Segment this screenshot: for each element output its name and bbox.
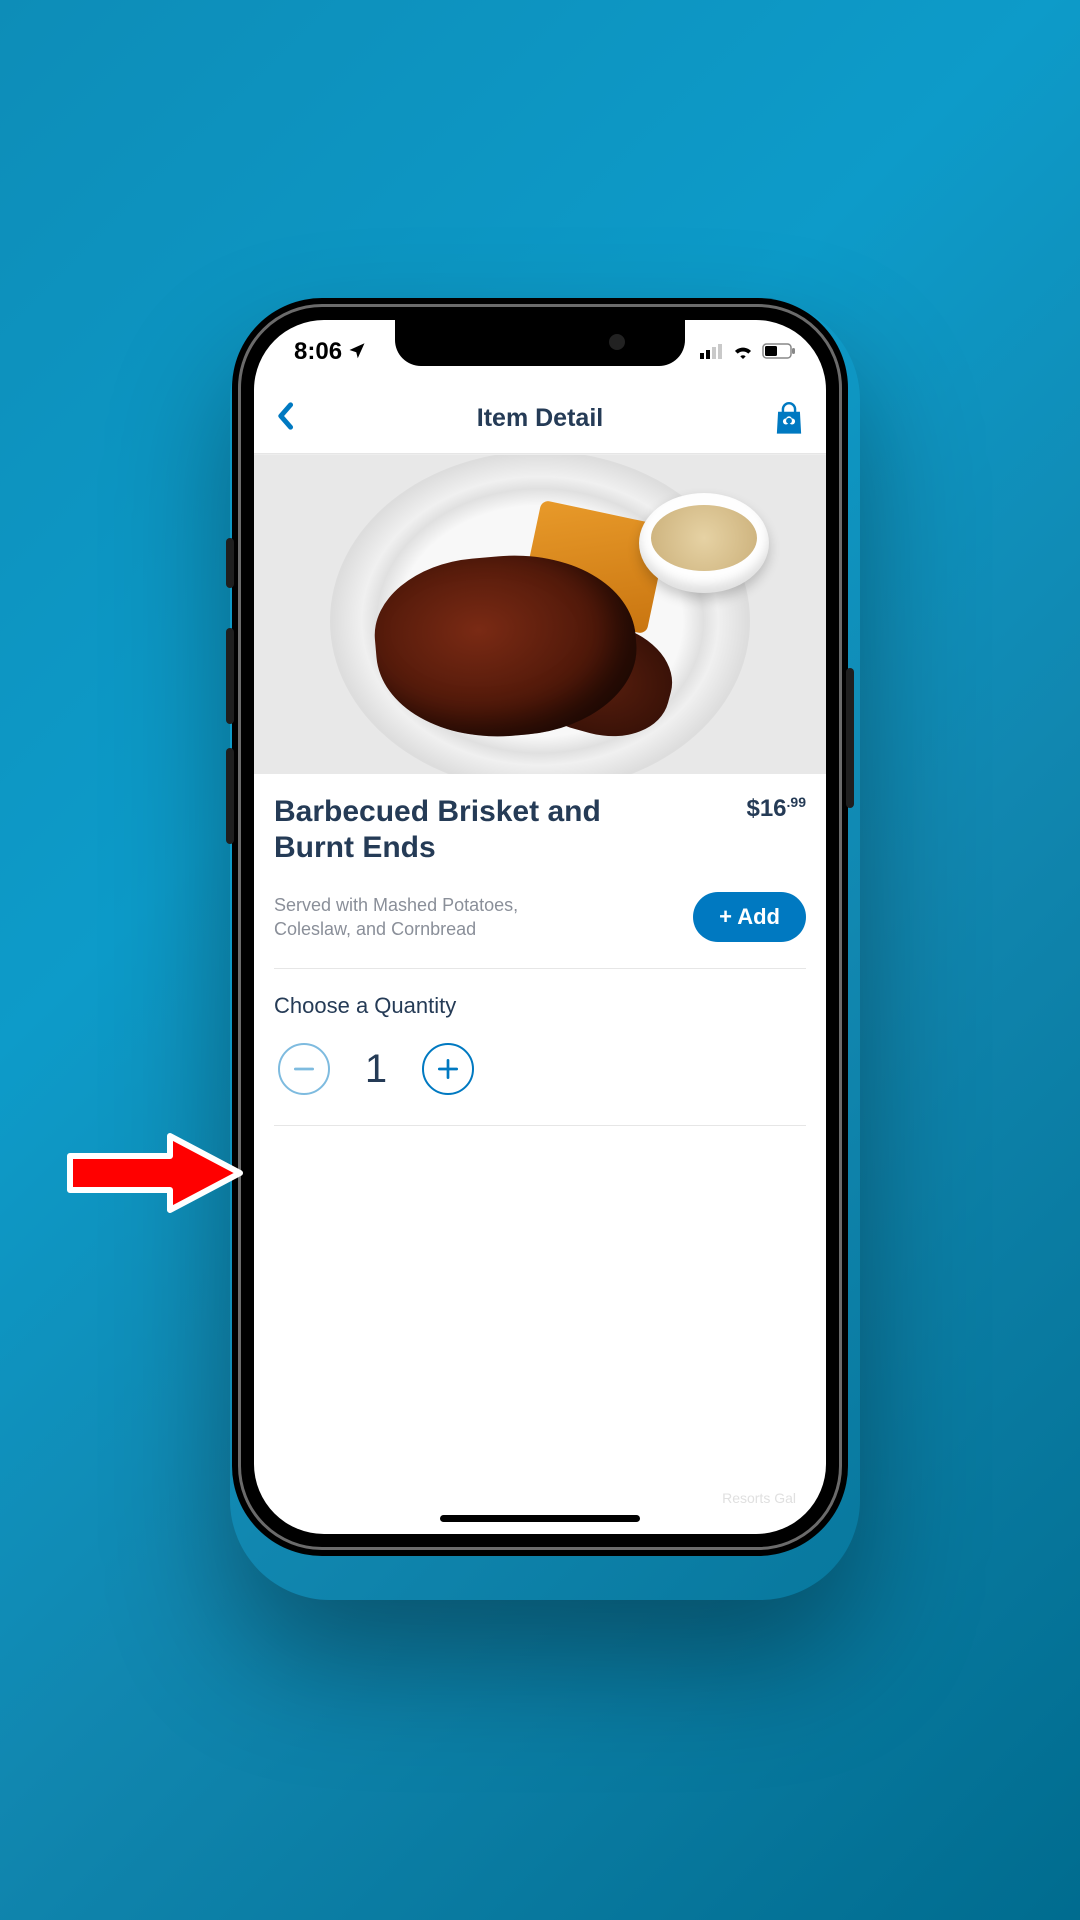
home-indicator[interactable]: [440, 1515, 640, 1522]
add-button[interactable]: + Add: [693, 892, 806, 942]
phone-frame: 8:06: [232, 298, 848, 1556]
quantity-value: 1: [364, 1047, 388, 1092]
quantity-decrease-button[interactable]: [278, 1043, 330, 1095]
price-cents: .99: [787, 794, 806, 810]
quantity-stepper: 1: [274, 1043, 806, 1095]
phone-power-button: [846, 668, 854, 808]
quantity-label: Choose a Quantity: [274, 993, 806, 1019]
wifi-icon: [732, 338, 754, 366]
phone-mute-switch: [226, 538, 234, 588]
status-time: 8:06: [294, 338, 342, 366]
cellular-signal-icon: [700, 338, 724, 366]
price-dollars: $16: [746, 795, 786, 822]
watermark: Resorts Gal: [722, 1490, 796, 1506]
battery-icon: [762, 338, 796, 366]
item-price: $16.99: [746, 794, 806, 866]
phone-notch: [395, 320, 685, 366]
item-image: [254, 454, 826, 774]
phone-volume-down: [226, 748, 234, 844]
phone-screen: 8:06: [254, 320, 826, 1534]
back-button[interactable]: [276, 402, 316, 436]
nav-bar: Item Detail: [254, 384, 826, 454]
annotation-arrow-icon: [60, 1128, 250, 1223]
phone-volume-up: [226, 628, 234, 724]
quantity-increase-button[interactable]: [422, 1043, 474, 1095]
item-description: Served with Mashed Potatoes, Coleslaw, a…: [274, 893, 594, 942]
item-title: Barbecued Brisket and Burnt Ends: [274, 794, 654, 866]
shopping-bag-button[interactable]: [764, 402, 804, 436]
page-title: Item Detail: [316, 404, 764, 433]
quantity-section: Choose a Quantity 1: [274, 969, 806, 1126]
location-arrow-icon: [348, 338, 366, 366]
